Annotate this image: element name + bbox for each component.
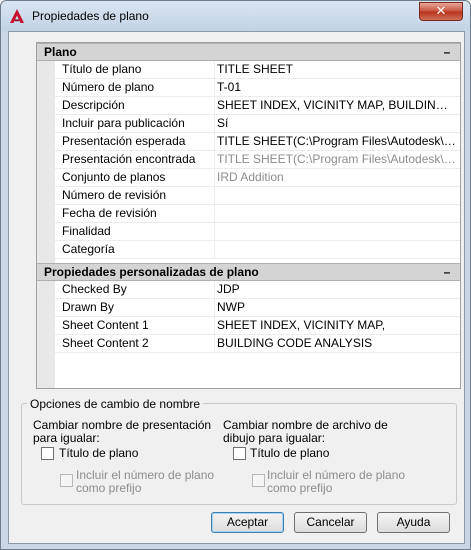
layout-title-checkbox[interactable] — [41, 447, 54, 460]
column-divider — [214, 241, 215, 259]
title-bar[interactable]: Propiedades de plano ✕ — [1, 1, 470, 31]
property-value[interactable] — [217, 241, 457, 259]
property-value[interactable]: TITLE SHEET(C:\Program Files\Autodesk\Au… — [217, 133, 457, 151]
property-value[interactable]: T-01 — [217, 79, 457, 97]
property-row[interactable]: Número de revisión — [55, 187, 460, 205]
property-name: Número de plano — [62, 80, 155, 94]
drawing-title-checkbox[interactable] — [233, 447, 246, 460]
property-row[interactable]: Sheet Content 2 BUILDING CODE ANALYSIS — [55, 335, 460, 353]
property-value[interactable]: SHEET INDEX, VICINITY MAP, — [217, 317, 457, 335]
column-divider — [214, 169, 215, 187]
cancel-button[interactable]: Cancelar — [294, 512, 367, 533]
section-header-custom[interactable]: Propiedades personalizadas de plano – — [37, 263, 460, 281]
property-row[interactable]: Checked By JDP — [55, 281, 460, 299]
property-row[interactable]: Descripción SHEET INDEX, VICINITY MAP, BU… — [55, 97, 460, 115]
property-row[interactable]: Conjunto de planos IRD Addition — [55, 169, 460, 187]
property-row[interactable]: Sheet Content 1 SHEET INDEX, VICINITY MAP… — [55, 317, 460, 335]
property-value[interactable]: BUILDING CODE ANALYSIS — [217, 335, 457, 353]
property-row[interactable]: Drawn By NWP — [55, 299, 460, 317]
property-name: Número de revisión — [62, 188, 167, 202]
drawing-prefix-checkbox-label: Incluir el número de plano como prefijo — [267, 468, 406, 495]
column-divider — [214, 115, 215, 133]
column-divider — [214, 281, 215, 299]
autocad-logo-icon — [10, 9, 24, 23]
property-value[interactable]: TITLE SHEET(C:\Program Files\Autodesk\Au… — [217, 151, 457, 169]
column-divider — [214, 335, 215, 353]
collapse-icon[interactable]: – — [442, 264, 452, 280]
column-divider — [214, 299, 215, 317]
rename-group-title: Opciones de cambio de nombre — [27, 397, 204, 411]
property-name: Categoría — [62, 242, 115, 256]
property-name: Conjunto de planos — [62, 170, 166, 184]
property-row[interactable]: Presentación encontrada TITLE SHEET(C:\Pr… — [55, 151, 460, 169]
dialog-body: Plano – Título de plano TITLE SHEET Número… — [8, 31, 465, 544]
property-name: Presentación encontrada — [62, 152, 196, 166]
column-divider — [214, 61, 215, 79]
layout-prefix-checkbox[interactable] — [60, 474, 73, 487]
property-name: Drawn By — [62, 300, 115, 314]
property-name: Finalidad — [62, 224, 111, 238]
property-name: Fecha de revisión — [62, 206, 157, 220]
layout-title-checkbox-label: Título de plano — [59, 446, 139, 460]
property-row[interactable]: Título de plano TITLE SHEET — [55, 61, 460, 79]
property-value[interactable]: SHEET INDEX, VICINITY MAP, BUILDING CODE… — [217, 97, 457, 115]
property-row[interactable]: Categoría — [55, 241, 460, 259]
property-value[interactable]: IRD Addition — [217, 169, 457, 187]
property-value[interactable]: TITLE SHEET — [217, 61, 457, 79]
property-value[interactable] — [217, 205, 457, 223]
drawing-prefix-checkbox[interactable] — [252, 474, 265, 487]
help-button[interactable]: Ayuda — [377, 512, 450, 533]
properties-dialog: Propiedades de plano ✕ Plano – Título de… — [0, 0, 471, 550]
grid-gutter — [37, 43, 55, 388]
property-row[interactable]: Incluir para publicación Sí — [55, 115, 460, 133]
property-row[interactable]: Finalidad — [55, 223, 460, 241]
column-divider — [214, 151, 215, 169]
property-row[interactable]: Presentación esperada TITLE SHEET(C:\Prog… — [55, 133, 460, 151]
property-name: Checked By — [62, 282, 127, 296]
collapse-icon[interactable]: – — [442, 44, 452, 60]
property-grid[interactable]: Plano – Título de plano TITLE SHEET Número… — [36, 42, 461, 389]
column-divider — [214, 79, 215, 97]
property-row[interactable]: Fecha de revisión — [55, 205, 460, 223]
column-divider — [214, 133, 215, 151]
property-name: Descripción — [62, 98, 125, 112]
rename-layout-label: Cambiar nombre de presentación para igua… — [33, 418, 212, 445]
section-label: Propiedades personalizadas de plano — [44, 265, 259, 279]
property-value[interactable]: JDP — [217, 281, 457, 299]
section-header-plano[interactable]: Plano – — [37, 43, 460, 61]
close-button[interactable]: ✕ — [419, 2, 463, 21]
property-value[interactable]: NWP — [217, 299, 457, 317]
ok-button[interactable]: Aceptar — [211, 512, 284, 533]
property-name: Incluir para publicación — [62, 116, 185, 130]
column-divider — [214, 97, 215, 115]
drawing-title-checkbox-label: Título de plano — [250, 446, 330, 460]
column-divider — [214, 223, 215, 241]
property-name: Sheet Content 2 — [62, 336, 149, 350]
section-label: Plano — [44, 45, 77, 59]
property-value[interactable] — [217, 223, 457, 241]
layout-prefix-checkbox-label: Incluir el número de plano como prefijo — [76, 468, 215, 495]
window-title: Propiedades de plano — [32, 9, 149, 23]
property-value[interactable]: Sí — [217, 115, 457, 133]
property-name: Presentación esperada — [62, 134, 186, 148]
rename-drawing-label: Cambiar nombre de archivo de dibujo para… — [223, 418, 388, 445]
property-row[interactable]: Número de plano T-01 — [55, 79, 460, 97]
column-divider — [214, 317, 215, 335]
column-divider — [214, 187, 215, 205]
property-name: Título de plano — [62, 62, 142, 76]
property-value[interactable] — [217, 187, 457, 205]
column-divider — [214, 205, 215, 223]
property-name: Sheet Content 1 — [62, 318, 149, 332]
